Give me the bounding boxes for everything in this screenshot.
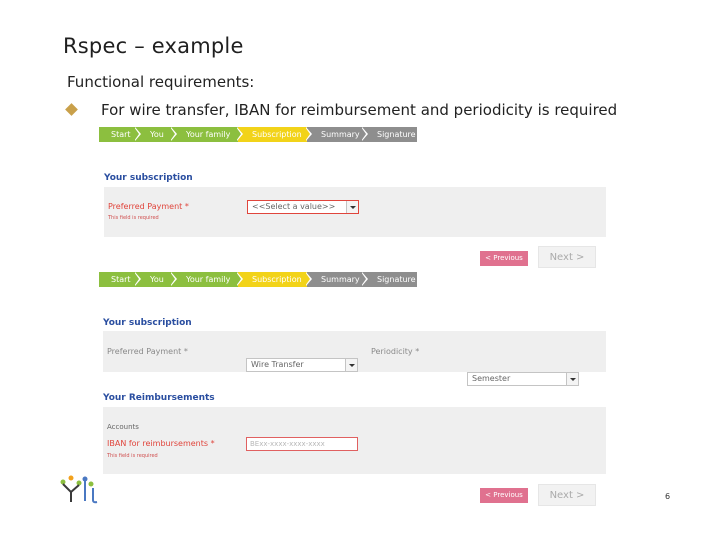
- iban-label: IBAN for reimbursements *: [107, 439, 215, 448]
- section-title-reimbursements: Your Reimbursements: [103, 393, 215, 403]
- next-button-2[interactable]: Next >: [538, 484, 596, 506]
- bullet-diamond-icon: [65, 103, 78, 116]
- periodicity-label: Periodicity *: [371, 347, 420, 356]
- step-your-family[interactable]: Your family: [172, 127, 243, 142]
- step-summary[interactable]: Summary: [307, 272, 368, 287]
- payment-select[interactable]: <<Select a value>>: [247, 200, 359, 214]
- payment-select-value: <<Select a value>>: [252, 202, 336, 211]
- step-summary[interactable]: Summary: [307, 127, 368, 142]
- step-you[interactable]: You: [136, 127, 177, 142]
- step-subscription[interactable]: Subscription: [238, 127, 312, 142]
- step-you[interactable]: You: [136, 272, 177, 287]
- bullet-text: For wire transfer, IBAN for reimbursemen…: [101, 101, 618, 119]
- chevron-down-icon[interactable]: [346, 201, 358, 213]
- chevron-down-icon[interactable]: [566, 373, 578, 385]
- chevron-down-icon[interactable]: [345, 359, 357, 371]
- payment-label-2: Preferred Payment *: [107, 347, 188, 356]
- step-signature[interactable]: Signature: [363, 127, 417, 142]
- required-hint-2: This field is required: [107, 453, 158, 459]
- periodicity-select[interactable]: Semester: [467, 372, 579, 386]
- step-start[interactable]: Start: [99, 127, 141, 142]
- iban-input[interactable]: BExx-xxxx-xxxx-xxxx: [246, 437, 358, 451]
- accounts-label: Accounts: [107, 423, 139, 431]
- step-your-family[interactable]: Your family: [172, 272, 243, 287]
- step-start[interactable]: Start: [99, 272, 141, 287]
- payment-select-2[interactable]: Wire Transfer: [246, 358, 358, 372]
- page-number: 6: [665, 492, 671, 501]
- slide-title: Rspec – example: [63, 34, 244, 58]
- previous-button[interactable]: < Previous: [480, 251, 528, 266]
- company-logo: [60, 475, 98, 504]
- progress-stepper-2: Start You Your family Subscription Summa…: [99, 272, 606, 287]
- payment-select-value-2: Wire Transfer: [251, 360, 304, 369]
- section-title-subscription: Your subscription: [104, 173, 193, 183]
- required-hint: This field is required: [108, 215, 159, 221]
- step-signature[interactable]: Signature: [363, 272, 417, 287]
- next-button[interactable]: Next >: [538, 246, 596, 268]
- section-title-subscription-2: Your subscription: [103, 318, 192, 328]
- step-subscription[interactable]: Subscription: [238, 272, 312, 287]
- progress-stepper: Start You Your family Subscription Summa…: [99, 127, 606, 142]
- payment-label: Preferred Payment *: [108, 202, 189, 211]
- periodicity-select-value: Semester: [472, 374, 511, 383]
- previous-button-2[interactable]: < Previous: [480, 488, 528, 503]
- slide-subtitle: Functional requirements:: [67, 73, 255, 91]
